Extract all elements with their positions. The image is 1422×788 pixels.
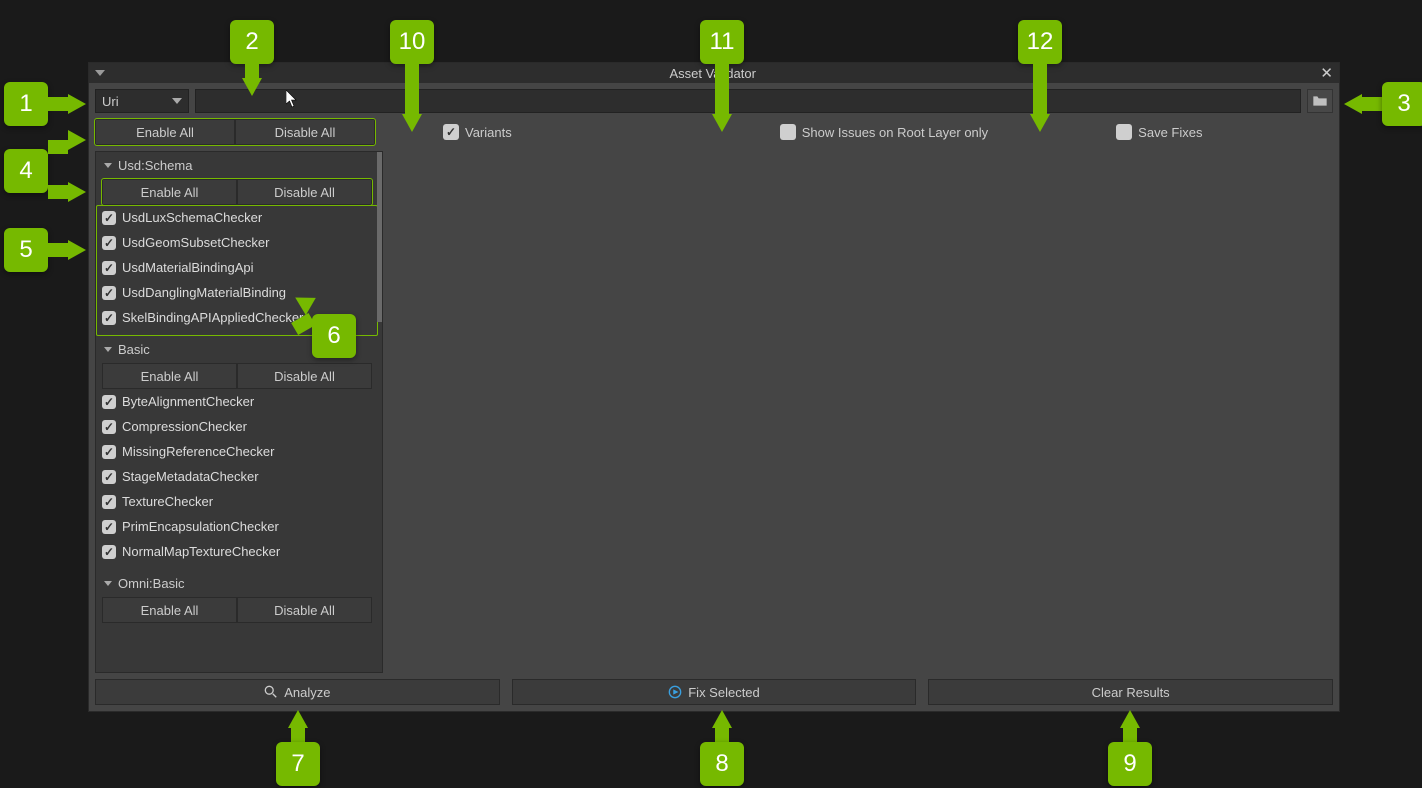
callout-8: 8 [700, 742, 744, 786]
checker-label: UsdDanglingMaterialBinding [122, 285, 286, 300]
checkbox-icon[interactable] [102, 311, 116, 325]
checker-row[interactable]: StageMetadataChecker [100, 466, 374, 487]
asset-validator-window: Asset Validator ✕ Uri Enable All Disable… [88, 62, 1340, 712]
checkbox-icon[interactable] [102, 286, 116, 300]
option-label: Variants [465, 125, 512, 140]
callout-4: 4 [4, 149, 48, 193]
checkbox-icon[interactable] [102, 495, 116, 509]
callout-5: 5 [4, 228, 48, 272]
checker-row[interactable]: PrimEncapsulationChecker [100, 516, 374, 537]
checkbox-icon[interactable] [102, 520, 116, 534]
scrollbar[interactable] [377, 152, 382, 322]
checker-label: TextureChecker [122, 494, 213, 509]
analyze-button[interactable]: Analyze [95, 679, 500, 705]
callout-9: 9 [1108, 742, 1152, 786]
callout-3: 3 [1382, 82, 1422, 126]
checker-label: PrimEncapsulationChecker [122, 519, 279, 534]
callout-12: 12 [1018, 20, 1062, 64]
checker-label: CompressionChecker [122, 419, 247, 434]
group-enable-all-button[interactable]: Enable All [102, 179, 237, 205]
checkbox-icon[interactable] [102, 236, 116, 250]
group-enable-disable: Enable AllDisable All [102, 597, 372, 623]
checker-row[interactable]: NormalMapTextureChecker [100, 541, 374, 562]
group-disable-all-button[interactable]: Disable All [237, 179, 372, 205]
checker-row[interactable]: MissingReferenceChecker [100, 441, 374, 462]
disable-all-button[interactable]: Disable All [235, 119, 375, 145]
option-root-only[interactable]: Show Issues on Root Layer only [780, 124, 988, 140]
rules-sidebar: Usd:SchemaEnable AllDisable AllUsdLuxSch… [95, 151, 383, 673]
checker-label: ByteAlignmentChecker [122, 394, 254, 409]
option-label: Show Issues on Root Layer only [802, 125, 988, 140]
chevron-down-icon [104, 163, 112, 168]
checker-label: SkelBindingAPIAppliedChecker [122, 310, 303, 325]
checker-row[interactable]: TextureChecker [100, 491, 374, 512]
group-disable-all-button[interactable]: Disable All [237, 363, 372, 389]
group-header[interactable]: Usd:Schema [96, 152, 378, 179]
actions-row: Analyze Fix Selected Clear Results [89, 673, 1339, 711]
callout-10: 10 [390, 20, 434, 64]
group-enable-all-button[interactable]: Enable All [102, 597, 237, 623]
checker-row[interactable]: UsdGeomSubsetChecker [100, 232, 374, 253]
checkbox-icon[interactable] [102, 470, 116, 484]
checker-row[interactable]: ByteAlignmentChecker [100, 391, 374, 412]
checkbox-icon[interactable] [102, 445, 116, 459]
callout-2: 2 [230, 20, 274, 64]
results-panel [389, 151, 1333, 673]
checkbox-icon[interactable] [102, 545, 116, 559]
group-enable-disable: Enable AllDisable All [102, 179, 372, 205]
group-header[interactable]: Omni:Basic [96, 570, 378, 597]
checker-label: StageMetadataChecker [122, 469, 259, 484]
checkbox-icon[interactable] [102, 420, 116, 434]
checker-label: UsdMaterialBindingApi [122, 260, 254, 275]
uri-input[interactable] [195, 89, 1301, 113]
option-variants[interactable]: Variants [443, 124, 512, 140]
group-enable-disable: Enable AllDisable All [102, 363, 372, 389]
clear-results-button[interactable]: Clear Results [928, 679, 1333, 705]
group-enable-all-button[interactable]: Enable All [102, 363, 237, 389]
group-title: Omni:Basic [118, 576, 184, 591]
group-disable-all-button[interactable]: Disable All [237, 597, 372, 623]
checkbox-icon[interactable] [102, 211, 116, 225]
search-icon [264, 685, 278, 699]
checkbox-icon[interactable] [102, 395, 116, 409]
play-icon [668, 685, 682, 699]
chevron-down-icon [104, 581, 112, 586]
option-save-fixes[interactable]: Save Fixes [1116, 124, 1202, 140]
mode-select[interactable]: Uri [95, 89, 189, 113]
callout-11: 11 [700, 20, 744, 64]
global-enable-disable: Enable All Disable All [95, 119, 375, 145]
chevron-down-icon [172, 98, 182, 104]
cursor-icon [286, 90, 298, 108]
checker-list [96, 623, 378, 633]
checker-row[interactable]: UsdMaterialBindingApi [100, 257, 374, 278]
checker-row[interactable]: CompressionChecker [100, 416, 374, 437]
checkbox-icon[interactable] [443, 124, 459, 140]
group-title: Usd:Schema [118, 158, 192, 173]
chevron-down-icon [104, 347, 112, 352]
checker-list: ByteAlignmentChecker CompressionChecker Mi… [96, 389, 378, 570]
checker-label: UsdGeomSubsetChecker [122, 235, 269, 250]
button-label: Analyze [284, 685, 330, 700]
folder-icon [1312, 95, 1328, 107]
checker-label: NormalMapTextureChecker [122, 544, 280, 559]
button-label: Clear Results [1092, 685, 1170, 700]
callout-1: 1 [4, 82, 48, 126]
callout-6: 6 [312, 314, 356, 358]
group-title: Basic [118, 342, 150, 357]
close-icon[interactable]: ✕ [1320, 66, 1333, 81]
checkbox-icon[interactable] [1116, 124, 1132, 140]
checkbox-icon[interactable] [780, 124, 796, 140]
mode-select-label: Uri [102, 94, 119, 109]
option-label: Save Fixes [1138, 125, 1202, 140]
checkbox-icon[interactable] [102, 261, 116, 275]
fix-selected-button[interactable]: Fix Selected [512, 679, 917, 705]
checker-row[interactable]: UsdLuxSchemaChecker [100, 207, 374, 228]
button-label: Fix Selected [688, 685, 760, 700]
checker-label: UsdLuxSchemaChecker [122, 210, 262, 225]
enable-all-button[interactable]: Enable All [95, 119, 235, 145]
checker-label: MissingReferenceChecker [122, 444, 274, 459]
callout-7: 7 [276, 742, 320, 786]
browse-button[interactable] [1307, 89, 1333, 113]
collapse-icon[interactable] [95, 70, 105, 76]
